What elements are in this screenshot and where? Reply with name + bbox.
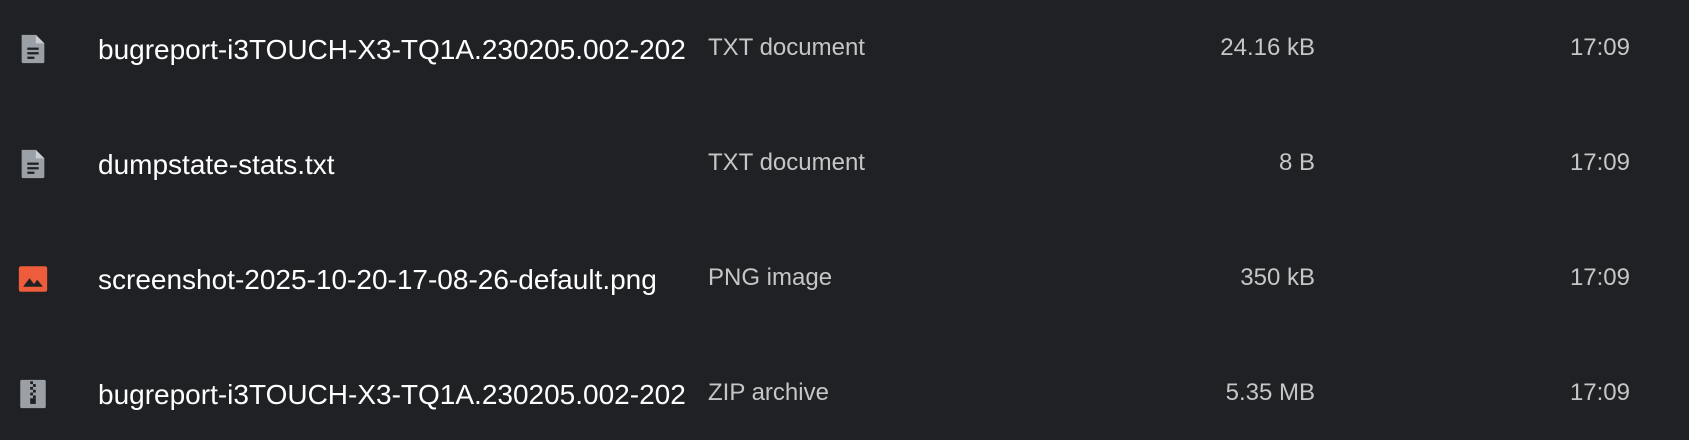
file-modified-time: 17:09 [1569,149,1630,176]
file-row[interactable]: screenshot-2025-10-20-17-08-26-default.p… [0,230,1689,330]
file-name: dumpstate-stats.txt [98,149,335,180]
file-size: 24.16 kB [1220,34,1315,61]
file-modified-time: 17:09 [1569,34,1630,61]
file-type: TXT document [708,34,865,61]
file-type: PNG image [708,264,833,291]
file-row[interactable]: bugreport-i3TOUCH-X3-TQ1A.230205.002-202… [0,345,1689,440]
file-name: bugreport-i3TOUCH-X3-TQ1A.230205.002-202 [98,379,686,410]
file-modified-time: 17:09 [1569,264,1630,291]
file-size: 8 B [1278,149,1315,176]
text-document-icon [16,147,50,181]
file-size: 350 kB [1240,264,1315,291]
file-row[interactable]: bugreport-i3TOUCH-X3-TQ1A.230205.002-202… [0,0,1689,100]
zip-archive-icon [16,377,50,411]
file-type: TXT document [708,149,865,176]
file-name: bugreport-i3TOUCH-X3-TQ1A.230205.002-202 [98,34,686,65]
image-icon [16,262,50,296]
file-modified-time: 17:09 [1569,379,1630,406]
file-name: screenshot-2025-10-20-17-08-26-default.p… [98,264,657,295]
file-size: 5.35 MB [1225,379,1315,406]
file-list: bugreport-i3TOUCH-X3-TQ1A.230205.002-202… [0,0,1689,440]
text-document-icon [16,32,50,66]
file-row[interactable]: dumpstate-stats.txt TXT document 8 B 17:… [0,115,1689,215]
file-type: ZIP archive [708,379,829,406]
